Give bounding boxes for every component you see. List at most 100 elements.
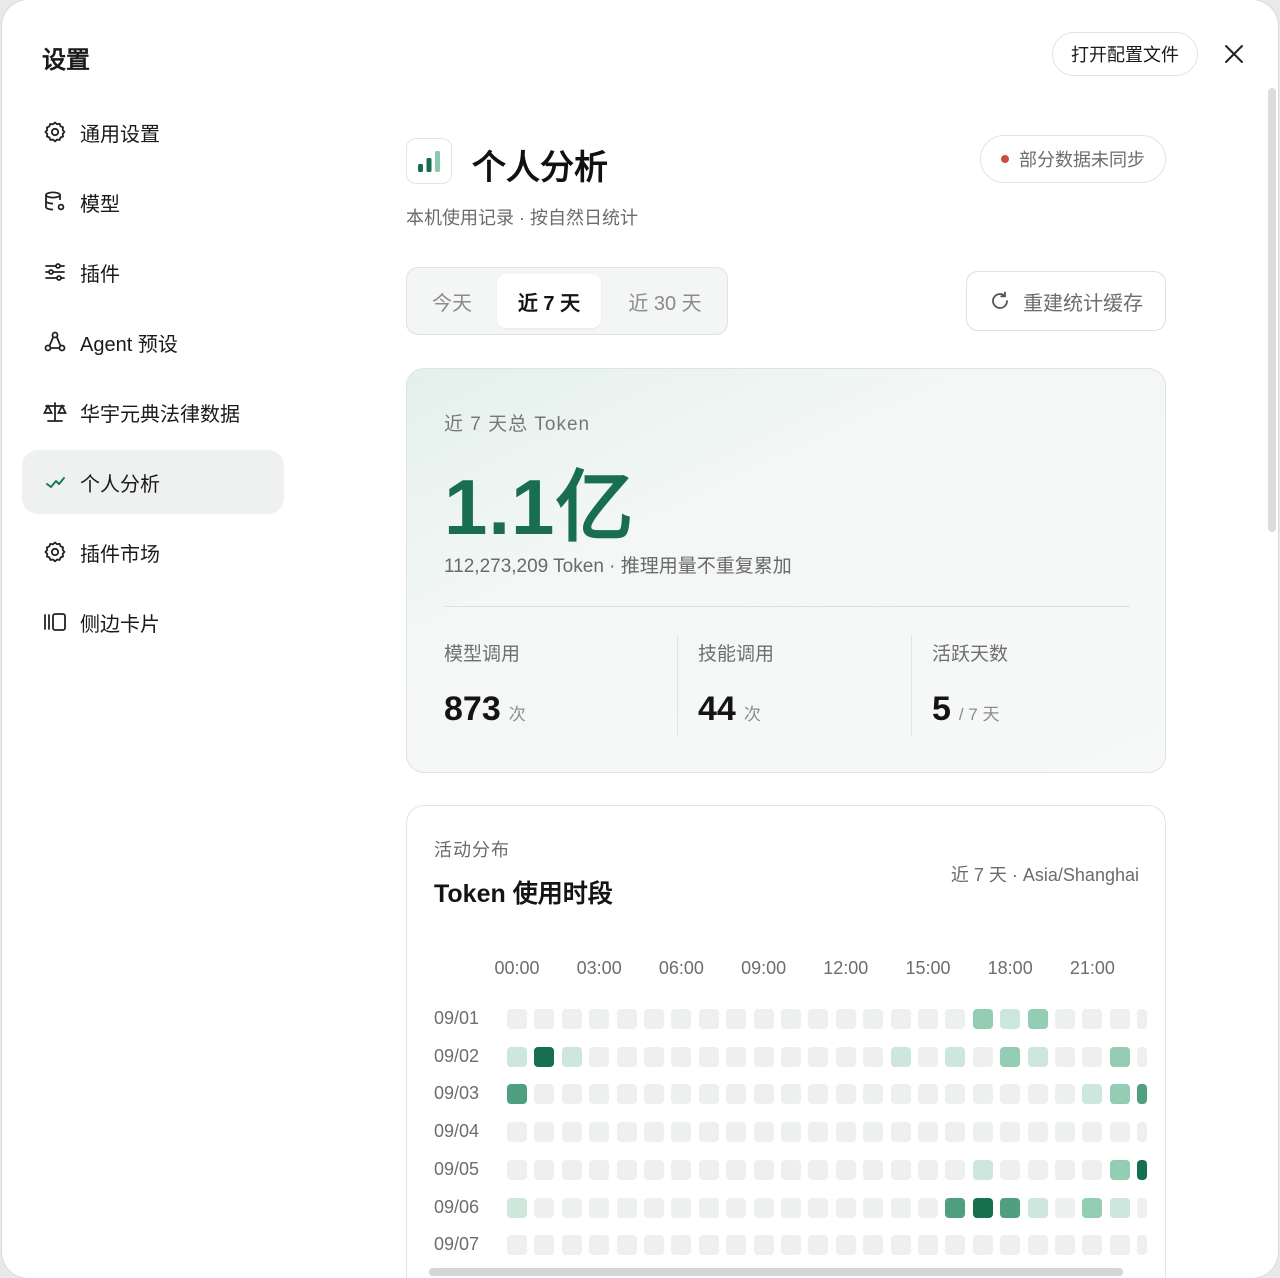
sidebar-item-legal-data[interactable]: 华宇元典法律数据: [22, 380, 284, 444]
heatmap-cell[interactable]: [507, 1046, 527, 1067]
heatmap-cell[interactable]: [561, 1159, 582, 1180]
heatmap-cell[interactable]: [890, 1046, 911, 1067]
heatmap-cell[interactable]: [781, 1197, 801, 1218]
heatmap-cell[interactable]: [890, 1009, 911, 1029]
heatmap-cell[interactable]: [808, 1046, 829, 1067]
heatmap-cell[interactable]: [781, 1159, 801, 1180]
heatmap-cell[interactable]: [561, 1084, 582, 1105]
heatmap-cell[interactable]: [507, 1197, 527, 1218]
heatmap-cell[interactable]: [808, 1235, 829, 1256]
heatmap-cell[interactable]: [644, 1122, 664, 1143]
heatmap-cell[interactable]: [1000, 1159, 1021, 1180]
sidebar-item-agent-presets[interactable]: Agent 预设: [22, 310, 284, 374]
heatmap-cell[interactable]: [863, 1197, 884, 1218]
heatmap-cell[interactable]: [698, 1122, 719, 1143]
heatmap-cell[interactable]: [945, 1009, 966, 1029]
heatmap-cell[interactable]: [918, 1235, 938, 1256]
sidebar-item-plugin-market[interactable]: 插件市场: [22, 520, 284, 584]
heatmap-cell[interactable]: [863, 1122, 884, 1143]
heatmap-cell[interactable]: [726, 1159, 747, 1180]
heatmap-cell[interactable]: [972, 1122, 993, 1143]
heatmap-cell[interactable]: [781, 1122, 801, 1143]
sidebar-item-plugins[interactable]: 插件: [22, 240, 284, 304]
heatmap-cell[interactable]: [972, 1159, 993, 1180]
heatmap-cell[interactable]: [972, 1084, 993, 1105]
heatmap-cell[interactable]: [1027, 1122, 1048, 1143]
heatmap-cell[interactable]: [1027, 1159, 1048, 1180]
heatmap-cell[interactable]: [507, 1009, 527, 1029]
heatmap-cell[interactable]: [1000, 1046, 1021, 1067]
heatmap-cell[interactable]: [918, 1159, 938, 1180]
sidebar-item-personal-analytics[interactable]: 个人分析: [22, 450, 284, 514]
close-icon[interactable]: [1220, 40, 1248, 68]
heatmap-cell[interactable]: [945, 1197, 966, 1218]
heatmap-cell[interactable]: [835, 1122, 856, 1143]
heatmap-cell[interactable]: [890, 1197, 911, 1218]
heatmap-cell[interactable]: [671, 1009, 692, 1029]
heatmap-cell[interactable]: [534, 1197, 555, 1218]
heatmap-cell[interactable]: [835, 1084, 856, 1105]
heatmap-cell[interactable]: [507, 1122, 527, 1143]
heatmap-cell[interactable]: [918, 1122, 938, 1143]
heatmap-cell[interactable]: [863, 1235, 884, 1256]
heatmap-cell[interactable]: [835, 1046, 856, 1067]
heatmap-cell[interactable]: [753, 1122, 774, 1143]
heatmap-cell[interactable]: [1082, 1009, 1103, 1029]
heatmap-cell[interactable]: [781, 1009, 801, 1029]
heatmap-cell[interactable]: [726, 1009, 747, 1029]
heatmap-cell[interactable]: [616, 1159, 637, 1180]
heatmap-cell[interactable]: [1082, 1046, 1103, 1067]
heatmap-cell[interactable]: [644, 1235, 664, 1256]
heatmap-cell[interactable]: [808, 1009, 829, 1029]
heatmap-cell[interactable]: [534, 1159, 555, 1180]
heatmap-cell[interactable]: [1137, 1159, 1147, 1180]
heatmap-cell[interactable]: [945, 1235, 966, 1256]
heatmap-cell[interactable]: [1109, 1009, 1130, 1029]
heatmap-cell[interactable]: [808, 1122, 829, 1143]
sidebar-item-side-cards[interactable]: 侧边卡片: [22, 590, 284, 654]
heatmap-cell[interactable]: [835, 1235, 856, 1256]
range-30-days-tab[interactable]: 近 30 天: [609, 274, 721, 328]
heatmap-cell[interactable]: [507, 1159, 527, 1180]
heatmap-cell[interactable]: [534, 1084, 555, 1105]
heatmap-cell[interactable]: [698, 1046, 719, 1067]
heatmap-cell[interactable]: [1027, 1009, 1048, 1029]
heatmap-cell[interactable]: [561, 1197, 582, 1218]
heatmap-cell[interactable]: [561, 1122, 582, 1143]
heatmap-cell[interactable]: [972, 1009, 993, 1029]
heatmap-cell[interactable]: [890, 1159, 911, 1180]
heatmap-cell[interactable]: [753, 1046, 774, 1067]
heatmap-cell[interactable]: [1137, 1197, 1147, 1218]
heatmap-cell[interactable]: [589, 1084, 610, 1105]
heatmap-cell[interactable]: [781, 1046, 801, 1067]
heatmap-cell[interactable]: [945, 1159, 966, 1180]
heatmap-cell[interactable]: [1027, 1235, 1048, 1256]
heatmap-cell[interactable]: [644, 1197, 664, 1218]
heatmap-cell[interactable]: [1000, 1122, 1021, 1143]
heatmap-cell[interactable]: [589, 1197, 610, 1218]
heatmap-cell[interactable]: [1109, 1159, 1130, 1180]
heatmap-cell[interactable]: [863, 1159, 884, 1180]
heatmap-cell[interactable]: [972, 1235, 993, 1256]
heatmap-cell[interactable]: [698, 1159, 719, 1180]
heatmap-cell[interactable]: [561, 1009, 582, 1029]
heatmap-cell[interactable]: [698, 1197, 719, 1218]
heatmap-cell[interactable]: [1055, 1235, 1075, 1256]
heatmap-cell[interactable]: [1000, 1235, 1021, 1256]
range-7-days-tab[interactable]: 近 7 天: [497, 274, 601, 328]
heatmap-cell[interactable]: [616, 1235, 637, 1256]
heatmap-cell[interactable]: [644, 1046, 664, 1067]
heatmap-cell[interactable]: [1082, 1235, 1103, 1256]
heatmap-cell[interactable]: [616, 1009, 637, 1029]
heatmap-cell[interactable]: [1109, 1046, 1130, 1067]
heatmap-cell[interactable]: [726, 1122, 747, 1143]
heatmap-cell[interactable]: [808, 1197, 829, 1218]
heatmap-cell[interactable]: [589, 1235, 610, 1256]
heatmap-cell[interactable]: [753, 1197, 774, 1218]
heatmap-cell[interactable]: [671, 1197, 692, 1218]
heatmap-cell[interactable]: [561, 1046, 582, 1067]
heatmap-cell[interactable]: [1109, 1122, 1130, 1143]
heatmap-cell[interactable]: [589, 1159, 610, 1180]
heatmap-cell[interactable]: [972, 1046, 993, 1067]
heatmap-cell[interactable]: [863, 1046, 884, 1067]
